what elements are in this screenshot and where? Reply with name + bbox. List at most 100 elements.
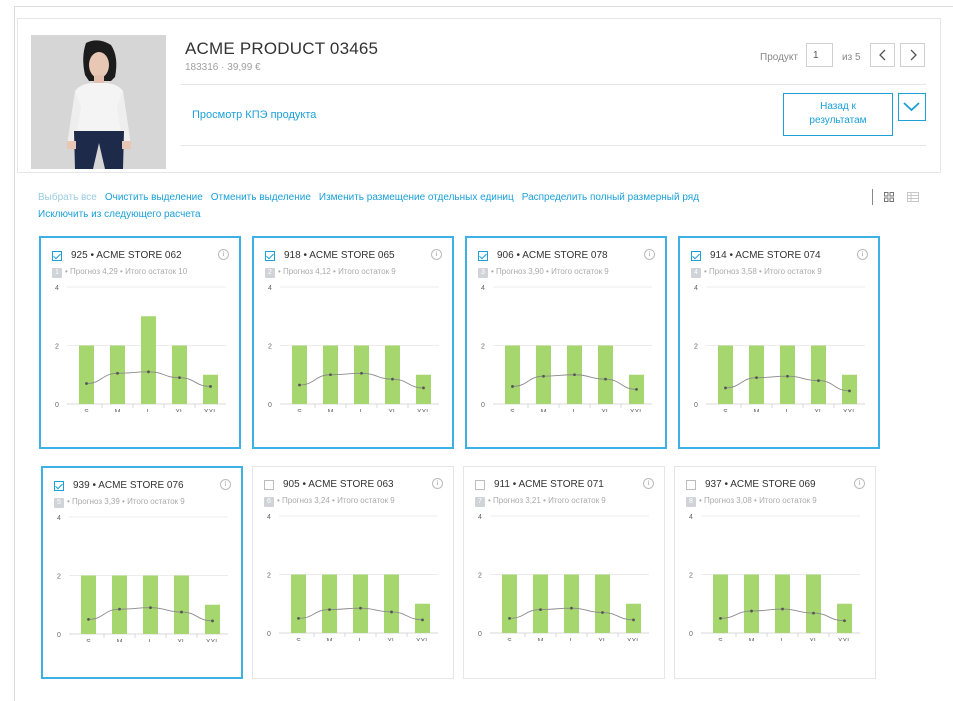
info-icon[interactable]: i <box>220 479 231 490</box>
next-product-button[interactable] <box>900 43 925 67</box>
forecast-point <box>297 616 300 620</box>
x-tick-label: M <box>754 409 760 412</box>
chart-bar <box>172 345 187 404</box>
back-button-line2: результатам <box>809 115 867 126</box>
rank-badge: 8 <box>686 497 696 507</box>
store-select-checkbox[interactable] <box>478 251 488 261</box>
chart-bar <box>384 574 399 633</box>
y-tick-label: 2 <box>57 574 61 581</box>
forecast-stock-text: • Прогноз 3,24 • Итого остаток 9 <box>277 496 395 505</box>
forecast-point <box>147 370 150 374</box>
chart-bar <box>533 574 548 633</box>
store-card[interactable]: 918 • ACME STORE 065 i 2 • Прогноз 4,12 • И… <box>252 236 454 449</box>
x-tick-label: M <box>117 639 123 642</box>
info-icon[interactable]: i <box>431 249 442 260</box>
chart-bar <box>203 374 218 404</box>
clear-selection-link[interactable]: Очистить выделение <box>105 192 203 203</box>
chart-bar <box>775 574 790 633</box>
y-tick-label: 2 <box>267 573 271 580</box>
chart-bar <box>322 574 337 633</box>
info-icon[interactable]: i <box>644 249 655 260</box>
store-select-checkbox[interactable] <box>691 251 701 261</box>
store-card-title: 918 • ACME STORE 065 <box>284 250 395 261</box>
chart-bar <box>141 316 156 404</box>
forecast-point <box>391 377 394 381</box>
view-kpi-link[interactable]: Просмотр КПЭ продукта <box>192 109 316 121</box>
x-tick-label: S <box>510 409 515 412</box>
product-number-input[interactable] <box>806 43 833 67</box>
store-card[interactable]: 914 • ACME STORE 074 i 4 • Прогноз 3,58 • И… <box>678 236 880 449</box>
x-tick-label: S <box>723 409 728 412</box>
store-card[interactable]: 925 • ACME STORE 062 i 1 • Прогноз 4,29 • И… <box>39 236 241 449</box>
store-card-summary: 5 • Прогноз 3,39 • Итого остаток 9 <box>54 497 185 508</box>
previous-product-button[interactable] <box>870 43 895 67</box>
forecast-stock-text: • Прогноз 3,21 • Итого остаток 9 <box>488 496 606 505</box>
expand-header-button[interactable] <box>898 93 926 121</box>
y-tick-label: 0 <box>689 631 693 638</box>
grid-view-icon[interactable] <box>884 192 894 202</box>
store-card-title: 914 • ACME STORE 074 <box>710 250 821 261</box>
store-card[interactable]: 939 • ACME STORE 076 i 5 • Прогноз 3,39 • И… <box>41 466 243 679</box>
chart-bar <box>353 574 368 633</box>
forecast-point <box>604 377 607 381</box>
rank-badge: 1 <box>52 268 62 278</box>
forecast-point <box>360 371 363 375</box>
store-select-checkbox[interactable] <box>265 251 275 261</box>
x-tick-label: XXL <box>838 638 851 641</box>
forecast-point <box>508 616 511 620</box>
store-select-checkbox[interactable] <box>686 480 696 490</box>
list-view-icon[interactable] <box>907 192 919 202</box>
forecast-point <box>635 387 638 391</box>
selection-actions: Выбрать все Очистить выделение Отменить вы… <box>38 192 707 226</box>
x-tick-label: L <box>570 638 574 641</box>
forecast-point <box>180 610 183 614</box>
store-card-title: 939 • ACME STORE 076 <box>73 480 184 491</box>
x-tick-label: L <box>360 409 364 412</box>
y-tick-label: 0 <box>267 631 271 638</box>
x-tick-label: XXL <box>204 409 217 412</box>
distribute-size-run-link[interactable]: Распределить полный размерный ряд <box>522 192 699 203</box>
chart-bar <box>744 574 759 633</box>
store-card[interactable]: 905 • ACME STORE 063 i 6 • Прогноз 3,24 • И… <box>252 466 454 679</box>
y-tick-label: 2 <box>268 344 272 351</box>
x-tick-label: M <box>541 409 547 412</box>
store-card[interactable]: 906 • ACME STORE 078 i 3 • Прогноз 3,90 • И… <box>465 236 667 449</box>
forecast-stock-text: • Прогноз 4,12 • Итого остаток 9 <box>278 267 396 276</box>
forecast-point <box>359 606 362 610</box>
store-card-title: 905 • ACME STORE 063 <box>283 479 394 490</box>
store-select-checkbox[interactable] <box>52 251 62 261</box>
exclude-from-calculation-link[interactable]: Исключить из следующего расчета <box>38 209 201 220</box>
store-card-summary: 3 • Прогноз 3,90 • Итого остаток 9 <box>478 267 609 278</box>
x-tick-label: M <box>538 638 544 641</box>
pager-total: из 5 <box>842 52 861 63</box>
y-tick-label: 4 <box>55 285 59 292</box>
change-placement-link[interactable]: Изменить размещение отдельных единиц <box>319 192 514 203</box>
forecast-point <box>724 386 727 390</box>
cancel-selection-link[interactable]: Отменить выделение <box>211 192 311 203</box>
chart-bar <box>837 603 852 633</box>
store-select-checkbox[interactable] <box>54 481 64 491</box>
store-card-summary: 7 • Прогноз 3,21 • Итого остаток 9 <box>475 496 606 507</box>
info-icon[interactable]: i <box>218 249 229 260</box>
store-card[interactable]: 911 • ACME STORE 071 i 7 • Прогноз 3,21 • И… <box>463 466 665 679</box>
back-button-line1: Назад к <box>820 101 856 112</box>
info-icon[interactable]: i <box>432 478 443 489</box>
info-icon[interactable]: i <box>643 478 654 489</box>
forecast-point <box>750 609 753 613</box>
info-icon[interactable]: i <box>857 249 868 260</box>
product-subtitle: 183316 · 39,99 € <box>185 62 261 73</box>
store-select-checkbox[interactable] <box>475 480 485 490</box>
x-tick-label: M <box>327 638 333 641</box>
select-all-link[interactable]: Выбрать все <box>38 192 97 203</box>
store-card[interactable]: 937 • ACME STORE 069 i 8 • Прогноз 3,08 • И… <box>674 466 876 679</box>
size-distribution-chart: 0 2 4 S M L XL XXL <box>268 285 439 412</box>
product-thumbnail <box>31 35 166 169</box>
store-select-checkbox[interactable] <box>264 480 274 490</box>
forecast-point <box>786 374 789 378</box>
back-to-results-button[interactable]: Назад к результатам <box>783 93 893 136</box>
header-divider <box>181 145 926 146</box>
x-tick-label: S <box>297 409 302 412</box>
y-tick-label: 4 <box>689 514 693 521</box>
info-icon[interactable]: i <box>854 478 865 489</box>
forecast-point <box>328 608 331 611</box>
